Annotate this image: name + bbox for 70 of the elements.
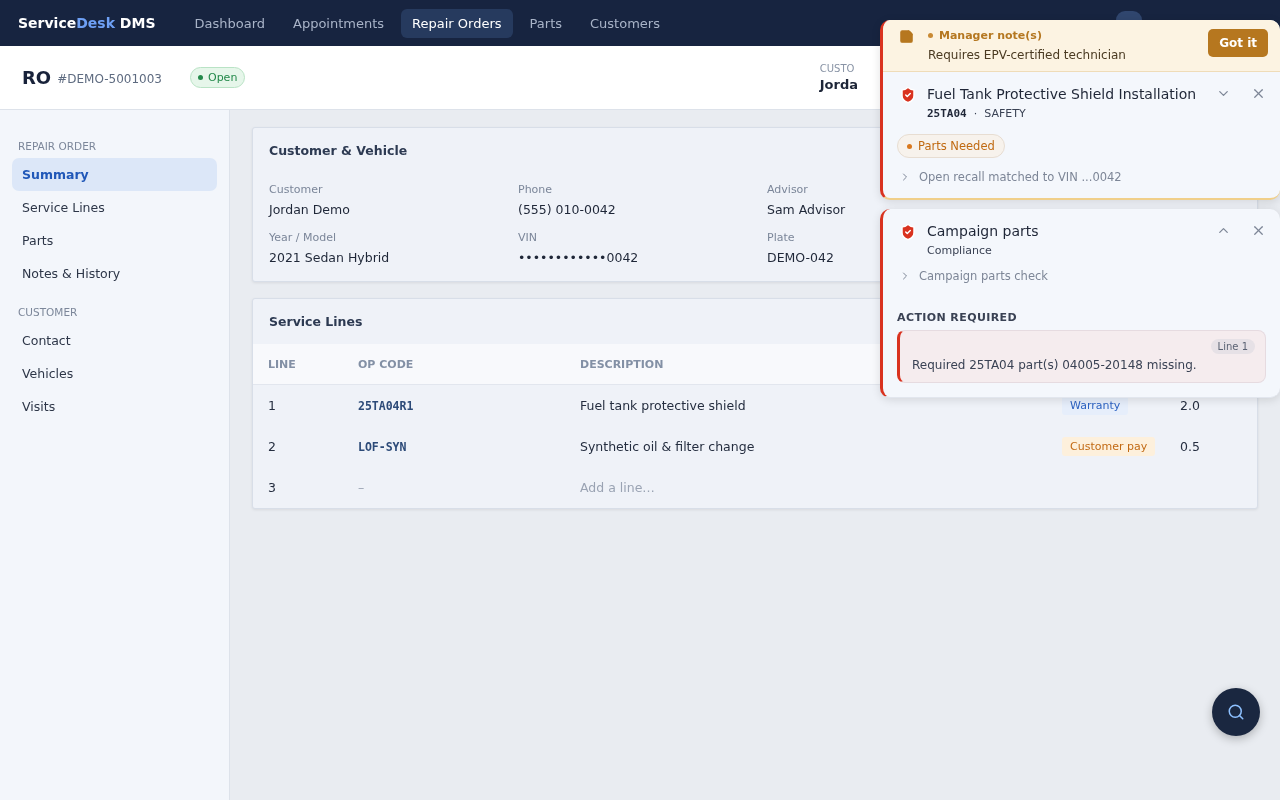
- sidebar-item[interactable]: Visits: [12, 390, 217, 423]
- sidebar-item[interactable]: Parts: [12, 224, 217, 257]
- column-header: LINE: [268, 357, 296, 371]
- field-label: VIN: [518, 231, 537, 244]
- page-title: RO: [22, 67, 52, 88]
- note-icon: [899, 29, 914, 44]
- sidebar-item[interactable]: Summary: [12, 158, 217, 191]
- section-title: REPAIR ORDER: [17, 140, 98, 152]
- alert-detail: Open recall matched to VIN ...0042: [919, 170, 1122, 184]
- field-label: Year / Model: [269, 231, 336, 244]
- field-value: Sam Advisor: [767, 202, 846, 217]
- table-cell: 0.5: [1180, 439, 1200, 454]
- field-value: DEMO-042: [767, 250, 834, 265]
- column-header: OP CODE: [358, 357, 414, 371]
- got-it-button[interactable]: Got it: [1208, 29, 1268, 57]
- table-cell: –: [358, 480, 365, 495]
- parts-needed-badge: Parts Needed: [897, 134, 1005, 158]
- separator: ·: [973, 107, 978, 120]
- customer-label: CUSTO: [819, 63, 855, 74]
- field-value: (555) 010-0042: [518, 202, 616, 217]
- table-cell: Synthetic oil & filter change: [580, 439, 755, 454]
- sidebar-item[interactable]: Contact: [12, 324, 217, 357]
- nav-tab[interactable]: Repair Orders: [401, 8, 513, 38]
- action-text: Required 25TA04 part(s) 04005-20148 missing.: [912, 358, 1198, 372]
- table-cell: 3: [268, 480, 276, 495]
- sidebar-item[interactable]: Service Lines: [12, 191, 217, 224]
- op-code: LOF-SYN: [358, 439, 407, 454]
- table-cell: 2: [268, 439, 276, 454]
- customer-name: Jorda: [819, 77, 858, 92]
- table-cell: Fuel tank protective shield: [580, 398, 746, 413]
- section-title: CUSTOMER: [17, 306, 79, 318]
- field-value: Jordan Demo: [269, 202, 350, 217]
- sidebar-item[interactable]: Vehicles: [12, 357, 217, 390]
- nav-tab[interactable]: Parts: [518, 8, 573, 38]
- user-avatar[interactable]: [1116, 11, 1142, 20]
- nav-tab[interactable]: Dashboard: [183, 8, 276, 38]
- note-text: Requires EPV-certified technician: [928, 48, 1126, 62]
- field-label: Advisor: [767, 183, 808, 196]
- search-icon: [1227, 703, 1245, 721]
- action-title: ACTION REQUIRED: [896, 310, 1019, 326]
- brand-logo: ServiceDesk DMS: [18, 15, 156, 31]
- alert-title: Campaign parts: [927, 223, 1039, 239]
- op-code: 25TA04R1: [358, 398, 414, 413]
- search-button[interactable]: [1212, 688, 1260, 736]
- nav-tab[interactable]: Appointments: [282, 8, 396, 38]
- alert-detail: Campaign parts check: [919, 269, 1048, 283]
- field-label: Customer: [269, 183, 323, 196]
- nav-tab[interactable]: Customers: [579, 8, 671, 38]
- field-label: Phone: [518, 183, 553, 196]
- shield-icon: [899, 223, 917, 241]
- recall-code: 25TA04: [927, 107, 967, 120]
- alert-category: Compliance: [927, 244, 992, 257]
- sidebar-item[interactable]: Notes & History: [12, 257, 217, 290]
- note-title: Manager note(s): [928, 29, 1126, 42]
- field-label: Plate: [767, 231, 795, 244]
- alert-title: Fuel Tank Protective Shield Installation: [927, 86, 1197, 102]
- card-title: Customer & Vehicle: [269, 143, 408, 158]
- card-title: Service Lines: [269, 314, 363, 329]
- pay-type-tag: Warranty: [1062, 396, 1129, 415]
- field-value: ••••••••••••0042: [518, 250, 639, 265]
- table-cell: 2.0: [1180, 398, 1200, 413]
- line-tag: Line 1: [1210, 339, 1255, 354]
- column-header: DESCRIPTION: [580, 357, 664, 371]
- table-cell: 1: [268, 398, 276, 413]
- shield-icon: [899, 86, 917, 104]
- ro-number: #DEMO-5001003: [57, 72, 162, 86]
- status-badge: Open: [189, 67, 246, 88]
- alert-category: SAFETY: [984, 107, 1026, 120]
- pay-type-tag: Customer pay: [1062, 437, 1156, 456]
- field-value: 2021 Sedan Hybrid: [269, 250, 390, 265]
